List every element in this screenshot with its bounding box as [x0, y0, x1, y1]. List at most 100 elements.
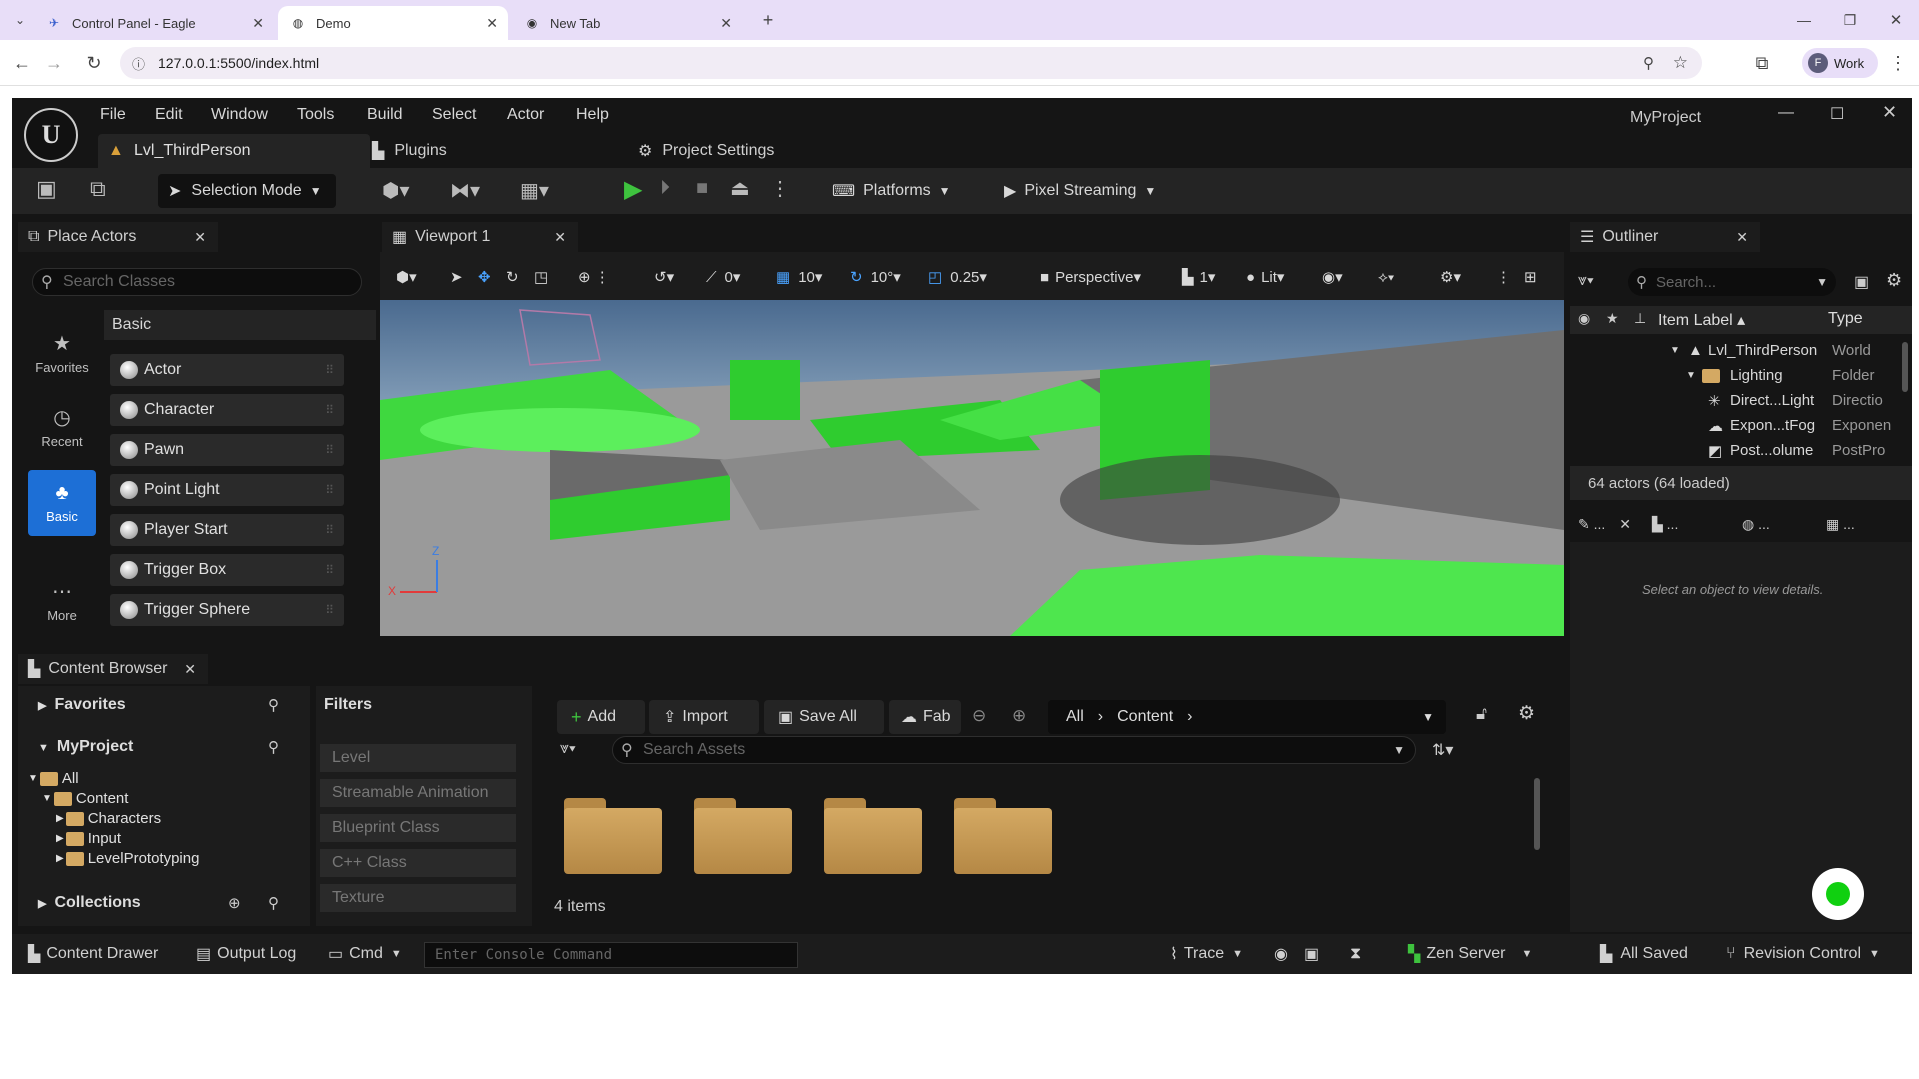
- selection-mode-button[interactable]: ➤ Selection Mode ▼: [158, 174, 336, 208]
- cmd-dropdown[interactable]: ▭ Cmd ▼: [328, 934, 402, 974]
- play-options-icon[interactable]: ⋮: [770, 176, 790, 201]
- filter-texture[interactable]: Texture: [320, 884, 516, 912]
- details-tab-1[interactable]: ✎ ... ✕: [1578, 516, 1631, 533]
- outliner-row[interactable]: ◩ Post...olume PostPro: [1578, 438, 1912, 463]
- folder-item[interactable]: [824, 798, 922, 874]
- back-icon[interactable]: ←: [8, 49, 36, 77]
- layout-icon[interactable]: ⊞: [1524, 263, 1537, 291]
- filter-level[interactable]: Level: [320, 744, 516, 772]
- content-drawer-button[interactable]: ▙ Content Drawer: [28, 934, 158, 974]
- realtime-icon[interactable]: ⟡▾: [1378, 263, 1394, 291]
- blueprints-icon[interactable]: ⧓▾: [450, 178, 480, 203]
- add-collection-icon[interactable]: ⊕: [228, 894, 241, 912]
- column-type[interactable]: Type: [1828, 310, 1863, 328]
- category-recent[interactable]: ◷ Recent: [28, 394, 96, 460]
- breadcrumb-all[interactable]: All: [1066, 708, 1084, 726]
- pixel-streaming-button[interactable]: ▶ Pixel Streaming ▼: [996, 174, 1164, 208]
- collections-section[interactable]: ▶ Collections: [38, 894, 141, 912]
- folder-item[interactable]: [564, 798, 662, 874]
- filter-cpp-class[interactable]: C++ Class: [320, 849, 516, 877]
- rotation-snap-toggle[interactable]: ⟋ 0 ▾: [706, 263, 740, 291]
- address-bar[interactable]: ⓘ 127.0.0.1:5500/index.html ⚲ ☆: [120, 47, 1702, 79]
- viewport-settings-icon[interactable]: ⚙▾: [1440, 263, 1461, 291]
- add-button[interactable]: + Add: [557, 700, 645, 734]
- menu-help[interactable]: Help: [576, 106, 609, 124]
- platforms-button[interactable]: ⌨ Platforms ▼: [824, 174, 959, 208]
- menu-select[interactable]: Select: [432, 106, 476, 124]
- fab-button[interactable]: ☁ Fab: [889, 700, 961, 734]
- outliner-row[interactable]: ✳ Direct...Light Directio: [1578, 388, 1912, 413]
- new-folder-icon[interactable]: ▣: [1854, 272, 1869, 292]
- close-window-icon[interactable]: ✕: [1882, 6, 1910, 34]
- search-icon[interactable]: ⚲: [268, 696, 279, 714]
- close-panel-icon[interactable]: ✕: [1736, 229, 1748, 246]
- filter-icon[interactable]: ⩔▾: [560, 740, 576, 758]
- content-settings-icon[interactable]: ⚙: [1518, 702, 1535, 725]
- folder-item[interactable]: [694, 798, 792, 874]
- grid-snap-toggle[interactable]: ▦ 10 ▾: [776, 263, 822, 291]
- menu-actor[interactable]: Actor: [507, 106, 544, 124]
- actor-item-player-start[interactable]: Player Start ⠿: [110, 514, 344, 546]
- menu-build[interactable]: Build: [367, 106, 403, 124]
- actor-item-character[interactable]: Character ⠿: [110, 394, 344, 426]
- search-icon[interactable]: ⚲: [268, 894, 279, 912]
- close-panel-icon[interactable]: ✕: [1619, 516, 1631, 532]
- profile-button[interactable]: F Work: [1802, 48, 1878, 78]
- close-panel-icon[interactable]: ✕: [184, 661, 196, 678]
- revision-control-dropdown[interactable]: ⑂ Revision Control ▼: [1726, 934, 1880, 974]
- forward-icon[interactable]: →: [40, 49, 68, 77]
- level-tab[interactable]: ▲ Lvl_ThirdPerson: [98, 134, 370, 168]
- bookmark-star-icon[interactable]: ☆: [1673, 53, 1688, 73]
- asset-scrollbar[interactable]: [1534, 778, 1540, 850]
- expand-arrow-icon[interactable]: ▼: [1686, 370, 1696, 381]
- advance-frame-icon[interactable]: ⏵: [660, 177, 670, 200]
- filter-blueprint-class[interactable]: Blueprint Class: [320, 814, 516, 842]
- category-favorites[interactable]: ★ Favorites: [28, 320, 96, 386]
- menu-tools[interactable]: Tools: [297, 106, 334, 124]
- sort-icon[interactable]: ⇅▾: [1432, 740, 1453, 760]
- close-tab-icon[interactable]: ✕: [720, 15, 732, 32]
- favorites-section[interactable]: ▶ Favorites: [38, 696, 126, 714]
- actor-item-trigger-sphere[interactable]: Trigger Sphere ⠿: [110, 594, 344, 626]
- lighting-dropdown[interactable]: ● Lit ▾: [1246, 263, 1284, 291]
- tree-item-content[interactable]: ▼ Content: [42, 790, 128, 807]
- view-mode-dropdown[interactable]: ■ Perspective ▾: [1040, 263, 1141, 291]
- outliner-filter-icon[interactable]: ⩔▾: [1578, 272, 1594, 290]
- drag-handle-icon[interactable]: ⠿: [325, 523, 334, 537]
- camera-speed-dropdown[interactable]: ▙ 1 ▾: [1182, 263, 1215, 291]
- console-input[interactable]: Enter Console Command: [424, 942, 798, 968]
- stop-icon[interactable]: ■: [696, 177, 708, 200]
- browser-tab-control-panel[interactable]: ✈ Control Panel - Eagle ✕: [34, 6, 274, 40]
- category-basic[interactable]: ♣ Basic: [28, 470, 96, 536]
- tree-item-input[interactable]: ▶ Input: [56, 830, 121, 847]
- menu-window[interactable]: Window: [211, 106, 268, 124]
- settings-gear-icon[interactable]: [1812, 868, 1864, 920]
- column-item-label[interactable]: Item Label ▴: [1658, 310, 1745, 330]
- visibility-eye-icon[interactable]: ◉: [1578, 310, 1590, 327]
- save-icon[interactable]: ▣: [36, 176, 57, 202]
- outliner-row[interactable]: ▼ Lighting Folder: [1578, 363, 1912, 388]
- angle-snap-toggle[interactable]: ↻ 10° ▾: [850, 263, 901, 291]
- import-button[interactable]: ⇪ Import: [649, 700, 759, 734]
- outliner-scrollbar[interactable]: [1902, 342, 1908, 392]
- ue-maximize-icon[interactable]: ☐: [1830, 104, 1844, 124]
- browser-tab-demo[interactable]: ◍ Demo ✕: [278, 6, 508, 40]
- history-back-icon[interactable]: ⊖: [972, 706, 986, 726]
- actor-item-trigger-box[interactable]: Trigger Box ⠿: [110, 554, 344, 586]
- viewport-tab[interactable]: ▦ Viewport 1 ✕: [382, 222, 578, 252]
- surface-snap-dropdown[interactable]: ↺▾: [654, 263, 674, 291]
- category-more[interactable]: ⋯ More: [28, 568, 96, 634]
- scale-snap-toggle[interactable]: ◰ 0.25 ▾: [928, 263, 987, 291]
- actor-item-pawn[interactable]: Pawn ⠿: [110, 434, 344, 466]
- tree-item-levelprototyping[interactable]: ▶ LevelPrototyping: [56, 850, 199, 867]
- outliner-tab[interactable]: ☰ Outliner ✕: [1570, 222, 1760, 252]
- details-tab-3[interactable]: ◍ ...: [1742, 516, 1770, 533]
- new-tab-icon[interactable]: +: [754, 6, 782, 34]
- save-all-button[interactable]: ▣ Save All: [764, 700, 884, 734]
- outliner-row[interactable]: ▼ ▲ Lvl_ThirdPerson World: [1578, 338, 1912, 363]
- tree-item-all[interactable]: ▼ All: [28, 770, 79, 787]
- tab-search-icon[interactable]: ⌄: [6, 6, 34, 34]
- ue-close-icon[interactable]: ✕: [1882, 102, 1897, 123]
- scale-tool-icon[interactable]: ◳: [534, 263, 548, 291]
- drag-handle-icon[interactable]: ⠿: [325, 483, 334, 497]
